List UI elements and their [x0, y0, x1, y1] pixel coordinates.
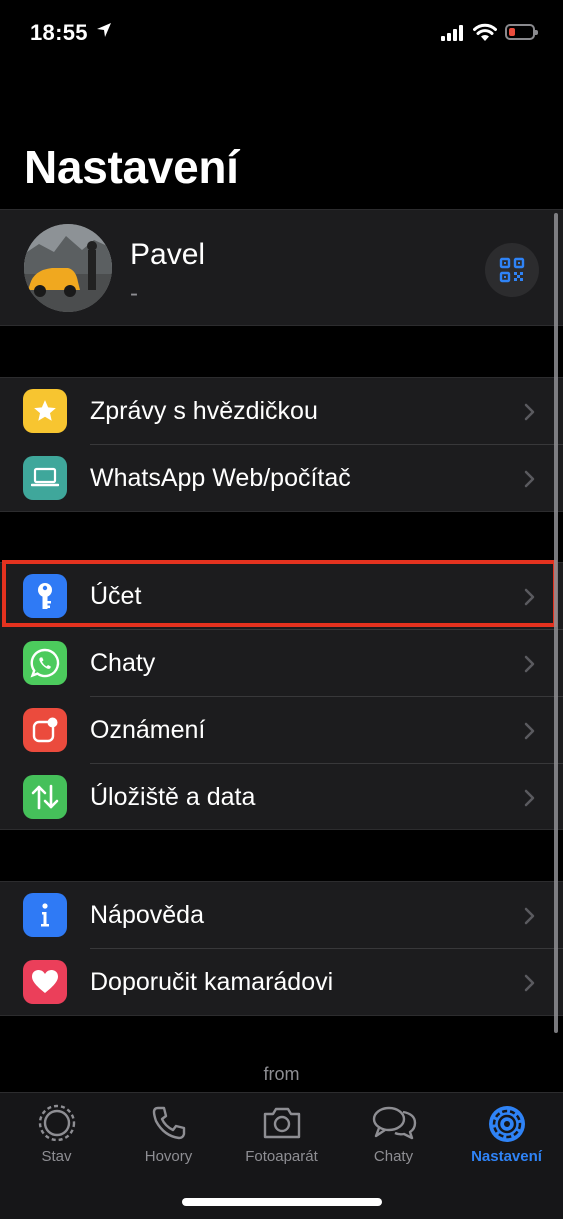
tab-label: Nastavení	[471, 1148, 542, 1165]
row-label: Úložiště a data	[90, 783, 256, 811]
info-icon	[23, 893, 67, 937]
row-storage-data[interactable]: Úložiště a data	[0, 764, 563, 830]
row-help[interactable]: Nápověda	[0, 882, 563, 948]
profile-status: -	[130, 280, 138, 307]
tab-label: Chaty	[373, 1148, 414, 1165]
settings-group-help: Nápověda Doporučit kamarádovi	[0, 881, 563, 1016]
chevron-right-icon	[524, 655, 535, 673]
chevron-right-icon	[524, 789, 535, 807]
row-starred-messages[interactable]: Zprávy s hvězdičkou	[0, 378, 563, 444]
tab-label: Fotoaparát	[245, 1148, 318, 1165]
laptop-icon	[23, 456, 67, 500]
status-icon	[38, 1104, 75, 1142]
row-label: Chaty	[90, 649, 156, 677]
gear-icon	[488, 1106, 525, 1142]
camera-icon	[263, 1107, 300, 1139]
from-label: from	[263, 1064, 300, 1084]
chevron-right-icon	[524, 470, 535, 488]
scrollbar[interactable]	[554, 213, 558, 1033]
row-chats[interactable]: Chaty	[0, 630, 563, 696]
tab-label: Hovory	[144, 1148, 193, 1165]
chevron-right-icon	[524, 403, 535, 421]
page-title: Nastavení	[24, 141, 239, 193]
qr-code-button[interactable]	[485, 243, 539, 297]
settings-group-starred: Zprávy s hvězdičkou WhatsApp Web/počítač	[0, 377, 563, 512]
profile-row[interactable]: Pavel -	[0, 209, 563, 326]
chevron-right-icon	[524, 907, 535, 925]
profile-name: Pavel	[130, 238, 206, 271]
phone-icon	[152, 1106, 185, 1140]
chevron-right-icon	[524, 722, 535, 740]
home-indicator[interactable]	[182, 1198, 382, 1206]
location-arrow-icon	[97, 23, 111, 37]
status-time: 18:55	[30, 20, 88, 45]
notification-icon	[23, 708, 67, 752]
avatar[interactable]	[24, 224, 112, 312]
row-label: Oznámení	[90, 716, 206, 744]
tab-camera[interactable]: Fotoaparát	[225, 1093, 338, 1183]
arrows-updown-icon	[23, 775, 67, 819]
row-label: Zprávy s hvězdičkou	[90, 397, 318, 425]
highlight-frame	[2, 560, 557, 627]
tab-label: Stav	[41, 1148, 72, 1165]
row-whatsapp-web[interactable]: WhatsApp Web/počítač	[0, 445, 563, 511]
row-label: Doporučit kamarádovi	[90, 968, 334, 996]
heart-icon	[23, 960, 67, 1004]
chat-bubbles-icon	[372, 1106, 416, 1140]
row-tell-a-friend[interactable]: Doporučit kamarádovi	[0, 949, 563, 1015]
tab-status[interactable]: Stav	[0, 1093, 113, 1183]
tab-calls[interactable]: Hovory	[112, 1093, 225, 1183]
chevron-right-icon	[524, 974, 535, 992]
row-label: Nápověda	[90, 901, 204, 929]
status-bar: 18:55	[0, 0, 563, 70]
row-label: WhatsApp Web/počítač	[90, 464, 351, 492]
battery-icon	[505, 24, 538, 40]
qr-code-icon	[499, 257, 525, 283]
tab-chats[interactable]: Chaty	[337, 1093, 450, 1183]
row-notifications[interactable]: Oznámení	[0, 697, 563, 763]
whatsapp-icon	[23, 641, 67, 685]
tab-settings[interactable]: Nastavení	[450, 1093, 563, 1183]
cellular-signal-icon	[441, 25, 463, 41]
star-icon	[23, 389, 67, 433]
wifi-icon	[473, 23, 497, 41]
